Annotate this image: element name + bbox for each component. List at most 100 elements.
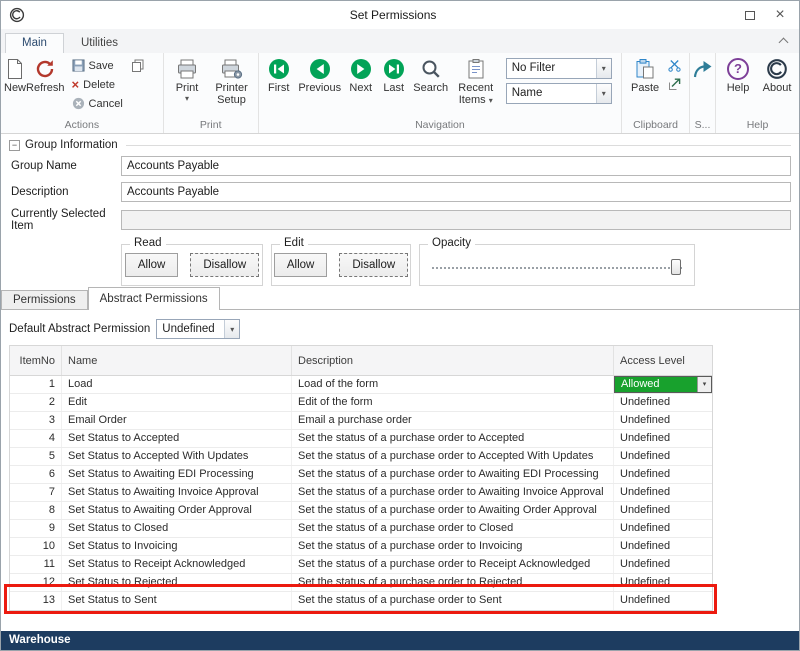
default-abstract-permission-combobox[interactable]: Undefined ▾ xyxy=(156,319,240,339)
cell-itemno[interactable]: 12 xyxy=(10,574,62,591)
table-row[interactable]: 13Set Status to SentSet the status of a … xyxy=(10,592,712,610)
ribbon-tab-utilities[interactable]: Utilities xyxy=(64,33,135,53)
paste-button[interactable]: Paste xyxy=(625,56,665,94)
table-row[interactable]: 11Set Status to Receipt AcknowledgedSet … xyxy=(10,556,712,574)
about-button[interactable]: About xyxy=(757,56,797,94)
cell-access-level[interactable]: Undefined xyxy=(614,592,712,610)
cell-itemno[interactable]: 1 xyxy=(10,376,62,393)
cell-itemno[interactable]: 9 xyxy=(10,520,62,537)
cell-description[interactable]: Set the status of a purchase order to Ac… xyxy=(292,430,614,447)
cell-name[interactable]: Edit xyxy=(62,394,292,411)
filter-dropdown-icon[interactable]: ▾ xyxy=(596,59,611,78)
export-button[interactable] xyxy=(666,75,683,94)
cell-itemno[interactable]: 7 xyxy=(10,484,62,501)
cut-button[interactable] xyxy=(666,56,683,75)
cell-itemno[interactable]: 13 xyxy=(10,592,62,610)
new-button[interactable]: New xyxy=(4,56,26,94)
table-row[interactable]: 5Set Status to Accepted With UpdatesSet … xyxy=(10,448,712,466)
table-row[interactable]: 7Set Status to Awaiting Invoice Approval… xyxy=(10,484,712,502)
access-level-dropdown-icon[interactable]: ▾ xyxy=(697,377,711,392)
cell-name[interactable]: Email Order xyxy=(62,412,292,429)
cell-description[interactable]: Set the status of a purchase order to Aw… xyxy=(292,484,614,501)
sort-dropdown-icon[interactable]: ▾ xyxy=(596,84,611,103)
cell-access-level[interactable]: Undefined xyxy=(614,466,712,483)
cell-name[interactable]: Set Status to Awaiting Invoice Approval xyxy=(62,484,292,501)
cell-name[interactable]: Set Status to Rejected xyxy=(62,574,292,591)
opacity-slider[interactable] xyxy=(432,259,682,277)
filter-combobox[interactable]: No Filter ▾ xyxy=(506,58,612,79)
cell-name[interactable]: Set Status to Receipt Acknowledged xyxy=(62,556,292,573)
refresh-button[interactable]: Refresh xyxy=(26,56,65,94)
recent-items-button[interactable]: Recent Items ▾ xyxy=(452,56,500,107)
cell-name[interactable]: Set Status to Accepted With Updates xyxy=(62,448,292,465)
cell-itemno[interactable]: 4 xyxy=(10,430,62,447)
table-row[interactable]: 4Set Status to AcceptedSet the status of… xyxy=(10,430,712,448)
cell-itemno[interactable]: 6 xyxy=(10,466,62,483)
table-row[interactable]: 12Set Status to RejectedSet the status o… xyxy=(10,574,712,592)
description-input[interactable] xyxy=(121,182,791,202)
tab-permissions[interactable]: Permissions xyxy=(1,290,88,310)
slider-thumb[interactable] xyxy=(671,259,681,275)
cell-itemno[interactable]: 8 xyxy=(10,502,62,519)
cell-access-level[interactable]: Undefined xyxy=(614,448,712,465)
first-button[interactable]: First xyxy=(262,56,296,94)
cell-access-level[interactable]: Undefined xyxy=(614,574,712,591)
cell-itemno[interactable]: 5 xyxy=(10,448,62,465)
cell-description[interactable]: Set the status of a purchase order to Re… xyxy=(292,556,614,573)
column-header-access-level[interactable]: Access Level xyxy=(614,346,712,375)
cell-name[interactable]: Set Status to Accepted xyxy=(62,430,292,447)
search-button[interactable]: Search xyxy=(410,56,452,94)
sort-combobox[interactable]: Name ▾ xyxy=(506,83,612,104)
table-row[interactable]: 6Set Status to Awaiting EDI ProcessingSe… xyxy=(10,466,712,484)
cell-description[interactable]: Email a purchase order xyxy=(292,412,614,429)
cell-access-level[interactable]: Undefined xyxy=(614,520,712,537)
delete-button[interactable]: × Delete xyxy=(70,75,146,94)
share-button[interactable] xyxy=(692,56,714,80)
tab-abstract-permissions[interactable]: Abstract Permissions xyxy=(88,287,220,310)
print-button[interactable]: Print ▾ xyxy=(167,56,208,102)
cell-itemno[interactable]: 10 xyxy=(10,538,62,555)
cell-name[interactable]: Set Status to Closed xyxy=(62,520,292,537)
cell-name[interactable]: Set Status to Awaiting EDI Processing xyxy=(62,466,292,483)
table-row[interactable]: 9Set Status to ClosedSet the status of a… xyxy=(10,520,712,538)
cell-access-level[interactable]: Undefined xyxy=(614,538,712,555)
cell-access-level[interactable]: Undefined xyxy=(614,394,712,411)
column-header-name[interactable]: Name xyxy=(62,346,292,375)
cancel-button[interactable]: Cancel xyxy=(70,94,146,113)
cell-description[interactable]: Edit of the form xyxy=(292,394,614,411)
table-row[interactable]: 10Set Status to InvoicingSet the status … xyxy=(10,538,712,556)
cell-access-level[interactable]: Undefined xyxy=(614,430,712,447)
collapse-section-icon[interactable]: − xyxy=(9,140,20,151)
table-row[interactable]: 2EditEdit of the formUndefined xyxy=(10,394,712,412)
cell-name[interactable]: Load xyxy=(62,376,292,393)
column-header-description[interactable]: Description xyxy=(292,346,614,375)
collapse-ribbon-button[interactable] xyxy=(775,35,791,49)
cell-access-level[interactable]: Undefined xyxy=(614,412,712,429)
cell-description[interactable]: Set the status of a purchase order to Cl… xyxy=(292,520,614,537)
cell-access-level[interactable]: Undefined xyxy=(614,502,712,519)
cell-access-level[interactable]: Undefined xyxy=(614,484,712,501)
previous-button[interactable]: Previous xyxy=(296,56,344,94)
last-button[interactable]: Last xyxy=(378,56,410,94)
edit-disallow-button[interactable]: Disallow xyxy=(339,253,408,277)
printer-setup-button[interactable]: Printer Setup xyxy=(207,56,255,107)
cell-name[interactable]: Set Status to Invoicing xyxy=(62,538,292,555)
cell-itemno[interactable]: 11 xyxy=(10,556,62,573)
group-name-input[interactable] xyxy=(121,156,791,176)
default-abstract-dropdown-icon[interactable]: ▾ xyxy=(224,320,239,338)
save-button[interactable]: Save xyxy=(70,56,116,75)
cell-description[interactable]: Load of the form xyxy=(292,376,614,393)
cell-access-level[interactable]: Allowed▾ xyxy=(614,376,712,393)
cell-description[interactable]: Set the status of a purchase order to Aw… xyxy=(292,502,614,519)
copy-button[interactable] xyxy=(129,56,146,75)
cell-itemno[interactable]: 2 xyxy=(10,394,62,411)
ribbon-tab-main[interactable]: Main xyxy=(5,33,64,53)
close-button[interactable]: × xyxy=(765,2,795,28)
table-row[interactable]: 3Email OrderEmail a purchase orderUndefi… xyxy=(10,412,712,430)
cell-description[interactable]: Set the status of a purchase order to Se… xyxy=(292,592,614,610)
cell-name[interactable]: Set Status to Sent xyxy=(62,592,292,610)
cell-description[interactable]: Set the status of a purchase order to Aw… xyxy=(292,466,614,483)
cell-itemno[interactable]: 3 xyxy=(10,412,62,429)
maximize-button[interactable] xyxy=(735,2,765,28)
cell-name[interactable]: Set Status to Awaiting Order Approval xyxy=(62,502,292,519)
